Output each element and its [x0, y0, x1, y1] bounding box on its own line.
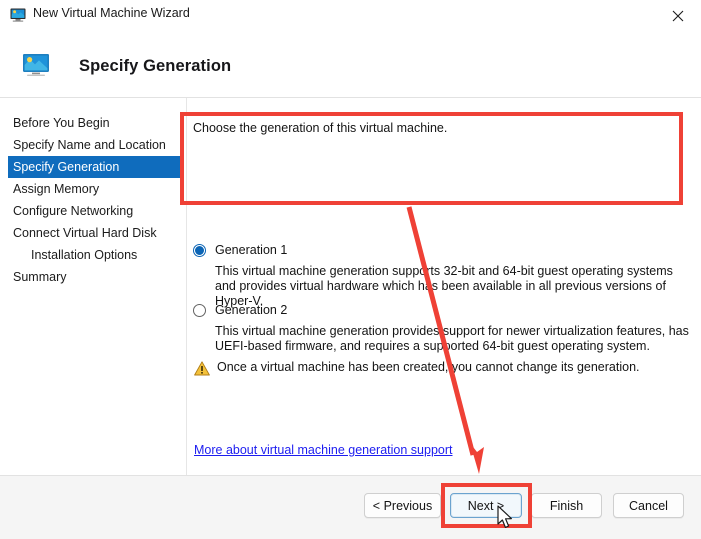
- generation-2-label: Generation 2: [215, 303, 288, 317]
- generation-warning: Once a virtual machine has been created,…: [194, 360, 640, 376]
- virtual-machine-icon: [10, 7, 27, 23]
- generation-2-radio[interactable]: [193, 304, 206, 317]
- sidebar-item-assign-memory[interactable]: Assign Memory: [8, 178, 180, 200]
- generation-1-label: Generation 1: [215, 243, 288, 257]
- window-title: New Virtual Machine Wizard: [33, 6, 190, 20]
- wizard-step-sidebar: Before You Begin Specify Name and Locati…: [0, 98, 186, 475]
- sidebar-item-connect-virtual-hard-disk[interactable]: Connect Virtual Hard Disk: [8, 222, 180, 244]
- page-title: Specify Generation: [79, 57, 232, 75]
- generation-1-radio-row[interactable]: Generation 1: [193, 243, 287, 257]
- warning-triangle-icon: [194, 361, 210, 376]
- instruction-text: Choose the generation of this virtual ma…: [193, 121, 448, 135]
- generation-1-radio[interactable]: [193, 244, 206, 257]
- wizard-main-panel: Choose the generation of this virtual ma…: [186, 98, 701, 475]
- next-button[interactable]: Next >: [450, 493, 522, 518]
- title-bar: New Virtual Machine Wizard: [0, 0, 701, 31]
- sidebar-item-specify-generation[interactable]: Specify Generation: [8, 156, 180, 178]
- cancel-button[interactable]: Cancel: [613, 493, 684, 518]
- close-icon[interactable]: [655, 0, 701, 31]
- warning-text: Once a virtual machine has been created,…: [217, 360, 640, 374]
- more-about-generation-link[interactable]: More about virtual machine generation su…: [194, 443, 452, 457]
- generation-2-radio-row[interactable]: Generation 2: [193, 303, 287, 317]
- sidebar-item-installation-options[interactable]: Installation Options: [8, 244, 180, 266]
- finish-button[interactable]: Finish: [531, 493, 602, 518]
- sidebar-item-summary[interactable]: Summary: [8, 266, 180, 288]
- sidebar-item-before-you-begin[interactable]: Before You Begin: [8, 112, 180, 134]
- page-header: Specify Generation: [0, 31, 701, 98]
- new-virtual-machine-wizard-window: New Virtual Machine Wizard Specify Gener…: [0, 0, 701, 539]
- sidebar-item-configure-networking[interactable]: Configure Networking: [8, 200, 180, 222]
- virtual-machine-icon: [22, 53, 52, 79]
- sidebar-item-specify-name-and-location[interactable]: Specify Name and Location: [8, 134, 180, 156]
- generation-2-description: This virtual machine generation provides…: [215, 324, 689, 353]
- previous-button[interactable]: < Previous: [364, 493, 441, 518]
